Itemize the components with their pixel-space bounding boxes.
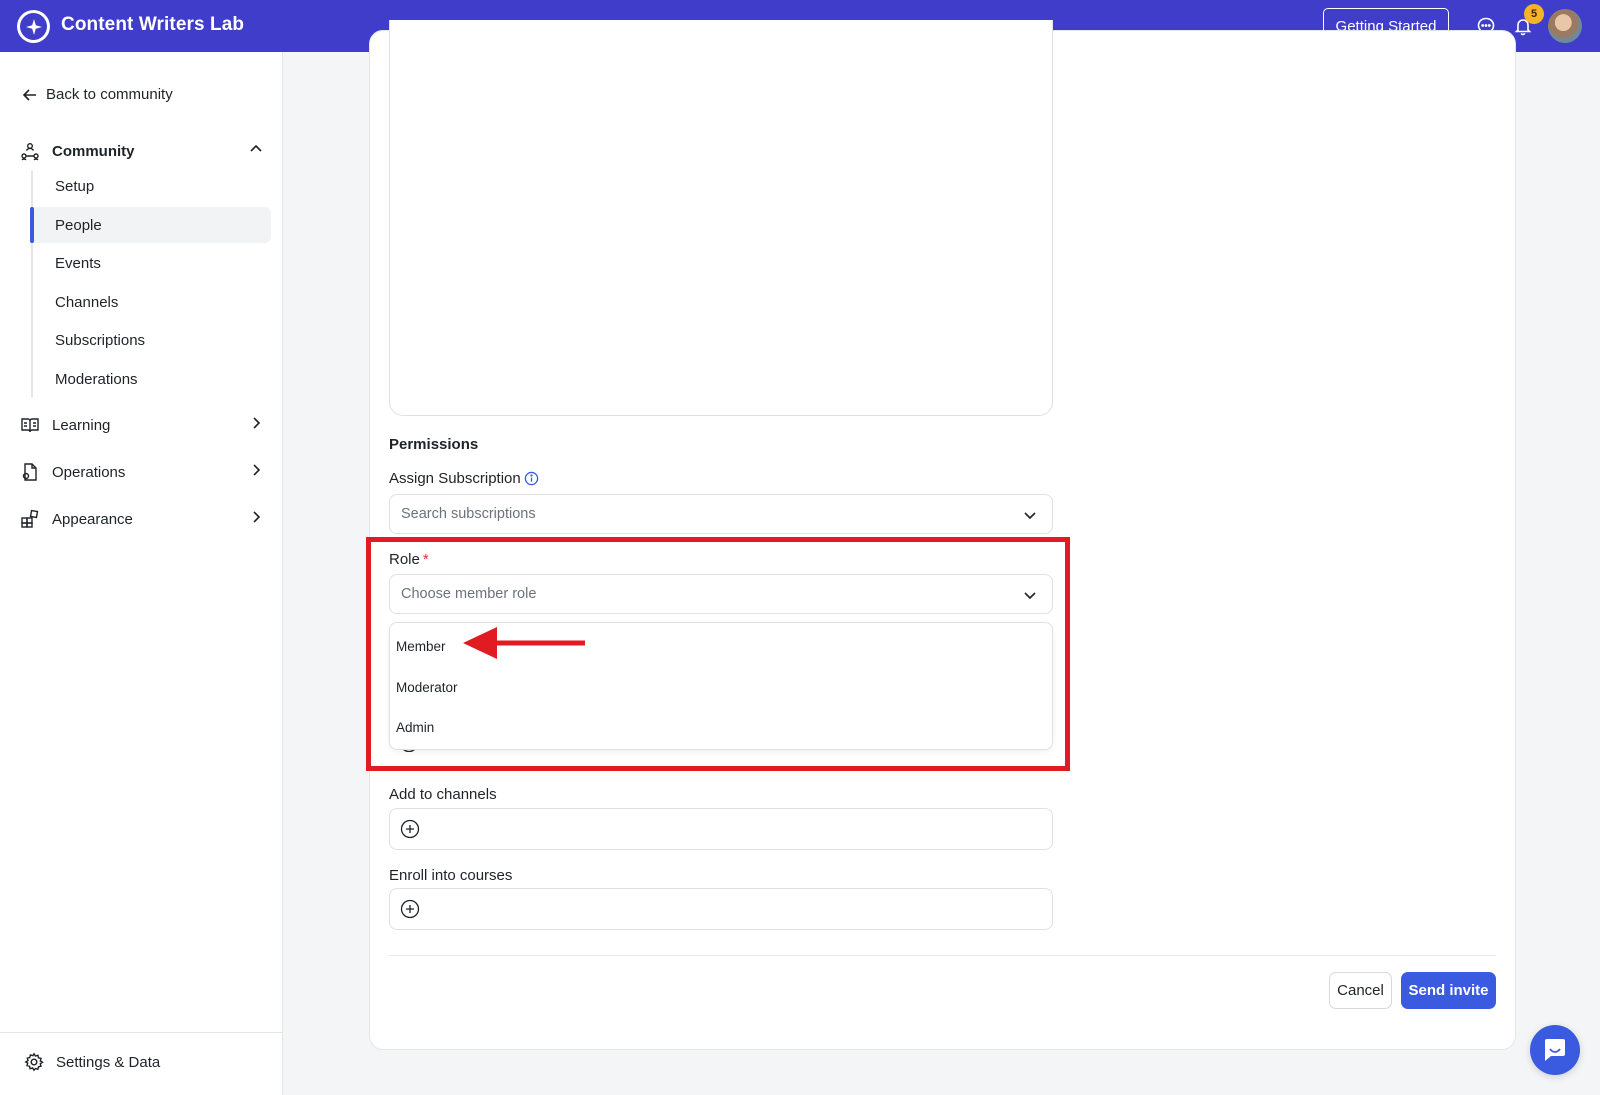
sidebar-item-events[interactable]: Events — [33, 245, 271, 281]
courses-label: Enroll into courses — [389, 867, 513, 884]
add-course-icon[interactable] — [400, 899, 420, 919]
sidebar-item-subscriptions[interactable]: Subscriptions — [33, 322, 271, 358]
send-invite-button[interactable]: Send invite — [1401, 972, 1496, 1009]
sidebar-group-label: Learning — [52, 416, 111, 434]
sidebar-group-label: Appearance — [52, 510, 133, 528]
add-channel-icon[interactable] — [400, 819, 420, 839]
sidebar-group-learning[interactable]: Learning — [20, 411, 264, 439]
chevron-right-icon — [253, 511, 261, 523]
book-icon — [21, 418, 39, 433]
form-divider — [389, 955, 1496, 956]
arrow-left-icon — [22, 88, 36, 101]
settings-data-link[interactable]: Settings & Data — [24, 1052, 160, 1072]
sidebar-item-channels[interactable]: Channels — [33, 284, 271, 320]
subscription-label: Assign Subscription — [389, 470, 539, 487]
app-title: Content Writers Lab — [61, 14, 245, 35]
notification-badge: 5 — [1524, 4, 1544, 24]
sidebar-group-label: Community — [52, 142, 135, 160]
settings-data-label: Settings & Data — [56, 1053, 161, 1071]
chevron-down-icon — [1024, 512, 1036, 520]
channels-field[interactable] — [389, 808, 1053, 850]
logo-sparkle-icon[interactable] — [17, 10, 50, 43]
back-link-label: Back to community — [46, 86, 173, 103]
courses-field[interactable] — [389, 888, 1053, 930]
chevron-right-icon — [253, 464, 261, 476]
channels-label: Add to channels — [389, 786, 497, 803]
gear-icon — [24, 1052, 44, 1072]
subscription-label-text: Assign Subscription — [389, 470, 521, 487]
chevron-right-icon — [253, 417, 261, 429]
community-icon — [21, 143, 39, 161]
chat-bubble-icon — [1545, 1039, 1565, 1061]
sidebar-group-operations[interactable]: Operations — [20, 458, 264, 486]
operations-icon — [22, 463, 37, 481]
sidebar: Back to community Community Setup People… — [0, 52, 283, 1095]
chevron-up-icon — [250, 144, 262, 152]
permissions-title: Permissions — [389, 436, 479, 453]
avatar[interactable] — [1548, 9, 1582, 43]
back-to-community-link[interactable]: Back to community — [22, 86, 173, 103]
sidebar-group-label: Operations — [52, 463, 126, 481]
sidebar-item-moderations[interactable]: Moderations — [33, 361, 271, 397]
sidebar-group-appearance[interactable]: Appearance — [20, 505, 264, 533]
sidebar-divider — [0, 1032, 283, 1033]
info-icon[interactable] — [524, 471, 539, 486]
sidebar-item-people[interactable]: People — [30, 207, 271, 243]
sidebar-group-community[interactable]: Community — [20, 137, 264, 165]
cancel-button[interactable]: Cancel — [1329, 972, 1392, 1009]
annotation-arrow-icon — [463, 627, 585, 659]
support-chat-button[interactable] — [1530, 1025, 1580, 1075]
appearance-icon — [21, 509, 39, 528]
subscription-placeholder: Search subscriptions — [401, 506, 536, 522]
sidebar-item-setup[interactable]: Setup — [33, 168, 271, 204]
subscription-search-select[interactable]: Search subscriptions — [389, 494, 1053, 534]
message-textarea[interactable] — [389, 20, 1053, 416]
